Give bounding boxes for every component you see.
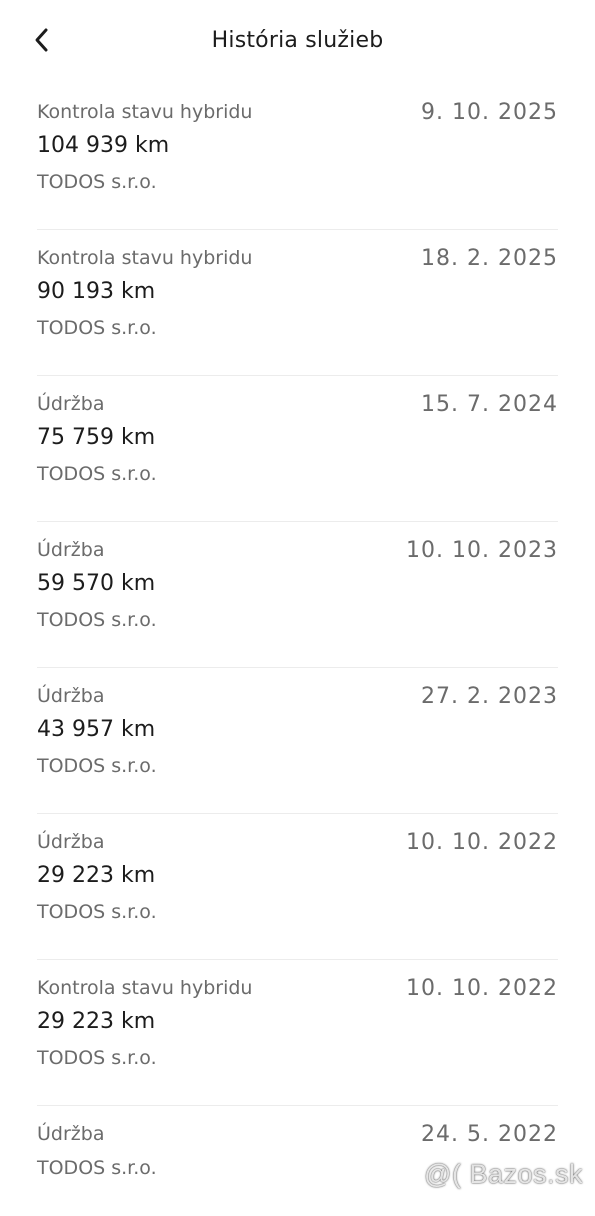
service-dealer: TODOS s.r.o.	[37, 1047, 157, 1069]
service-dealer: TODOS s.r.o.	[37, 317, 157, 339]
service-mileage: 29 223 km	[37, 1009, 156, 1034]
service-type: Údržba	[37, 393, 105, 415]
service-type: Kontrola stavu hybridu	[37, 101, 253, 123]
service-dealer: TODOS s.r.o.	[37, 463, 157, 485]
service-date: 10. 10. 2022	[406, 976, 558, 1001]
page-title: História služieb	[211, 28, 384, 53]
service-type: Údržba	[37, 1123, 105, 1145]
service-mileage: 104 939 km	[37, 133, 170, 158]
service-dealer: TODOS s.r.o.	[37, 171, 157, 193]
service-date: 24. 5. 2022	[421, 1122, 558, 1147]
service-record[interactable]: Kontrola stavu hybridu 10. 10. 2022 29 2…	[37, 960, 558, 1106]
service-dealer: TODOS s.r.o.	[37, 609, 157, 631]
service-history-list: Kontrola stavu hybridu 9. 10. 2025 104 9…	[37, 84, 558, 1216]
service-type: Kontrola stavu hybridu	[37, 247, 253, 269]
service-type: Údržba	[37, 685, 105, 707]
service-record[interactable]: Kontrola stavu hybridu 9. 10. 2025 104 9…	[37, 84, 558, 230]
service-mileage: 90 193 km	[37, 279, 156, 304]
service-mileage: 29 223 km	[37, 863, 156, 888]
service-date: 10. 10. 2022	[406, 830, 558, 855]
watermark: @( Bazos.sk	[424, 1159, 583, 1189]
service-record[interactable]: Kontrola stavu hybridu 18. 2. 2025 90 19…	[37, 230, 558, 376]
service-date: 10. 10. 2023	[406, 538, 558, 563]
service-type: Údržba	[37, 539, 105, 561]
service-type: Kontrola stavu hybridu	[37, 977, 253, 999]
service-record[interactable]: Údržba 27. 2. 2023 43 957 km TODOS s.r.o…	[37, 668, 558, 814]
service-mileage: 59 570 km	[37, 571, 156, 596]
service-date: 9. 10. 2025	[421, 100, 558, 125]
service-dealer: TODOS s.r.o.	[37, 755, 157, 777]
service-date: 18. 2. 2025	[421, 246, 558, 271]
service-date: 15. 7. 2024	[421, 392, 558, 417]
service-dealer: TODOS s.r.o.	[37, 1157, 157, 1179]
service-mileage: 75 759 km	[37, 425, 156, 450]
service-record[interactable]: Údržba 10. 10. 2023 59 570 km TODOS s.r.…	[37, 522, 558, 668]
service-record[interactable]: Údržba 15. 7. 2024 75 759 km TODOS s.r.o…	[37, 376, 558, 522]
service-record[interactable]: Údržba 10. 10. 2022 29 223 km TODOS s.r.…	[37, 814, 558, 960]
service-dealer: TODOS s.r.o.	[37, 901, 157, 923]
app-header: História služieb	[0, 0, 595, 84]
service-mileage: 43 957 km	[37, 717, 156, 742]
service-date: 27. 2. 2023	[421, 684, 558, 709]
service-type: Údržba	[37, 831, 105, 853]
